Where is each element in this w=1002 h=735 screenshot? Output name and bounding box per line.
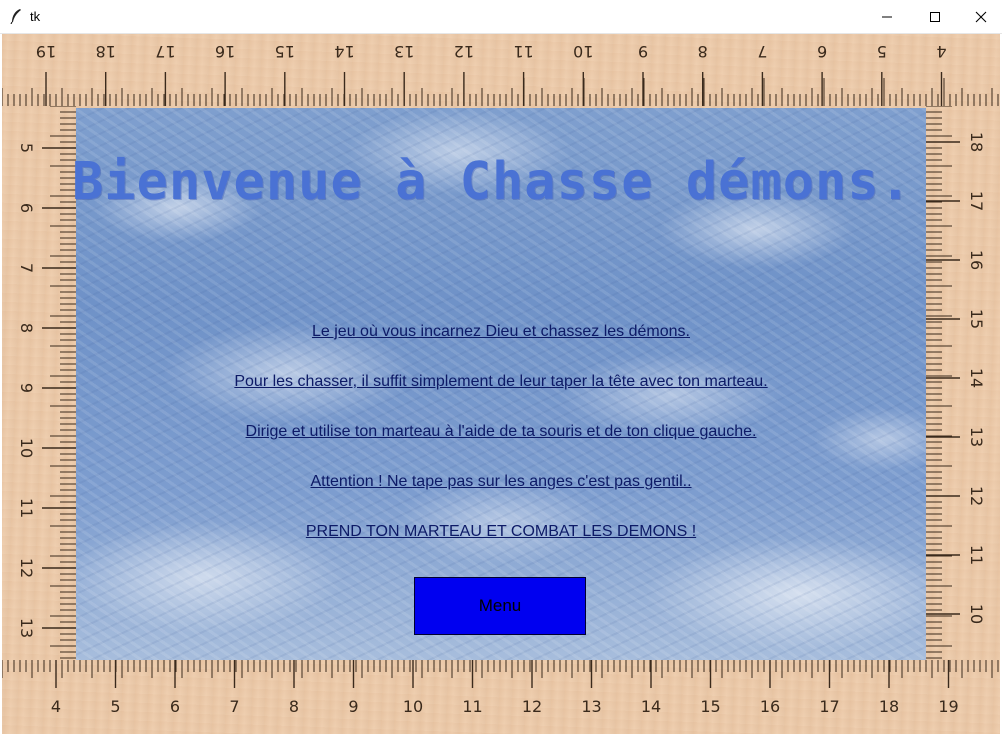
maximize-icon [930, 11, 940, 22]
ruler-bottom-number: 10 [403, 697, 423, 716]
ruler-top-number: 16 [215, 42, 235, 61]
window-title: tk [30, 9, 41, 24]
ruler-bottom-number: 4 [51, 697, 61, 716]
ruler-left-number: 13 [17, 618, 36, 638]
ruler-top-number: 12 [454, 42, 474, 61]
ruler-bottom-number: 12 [522, 697, 542, 716]
menu-button[interactable]: Menu [414, 577, 586, 635]
ruler-top-number: 15 [275, 42, 295, 61]
ruler-top: 19 18 17 16 15 14 13 12 11 10 9 8 7 6 5 4 [2, 42, 999, 106]
ruler-top-number: 10 [573, 42, 593, 61]
ruler-right-number: 18 [967, 132, 986, 152]
ruler-top-number: 11 [513, 42, 533, 61]
ruler-top-number: 13 [394, 42, 414, 61]
minimize-icon [882, 16, 892, 17]
ruler-bottom-number: 11 [462, 697, 482, 716]
minimize-button[interactable] [864, 0, 910, 33]
instruction-line-5: PREND TON MARTEAU ET COMBAT LES DEMONS ! [305, 523, 697, 540]
instruction-line-4: Attention ! Ne tape pas sur les anges c'… [310, 473, 692, 490]
ruler-left-number: 12 [17, 558, 36, 578]
ruler-top-number: 14 [334, 42, 354, 61]
ruler-bottom-number: 17 [819, 697, 839, 716]
ruler-bottom-number: 5 [110, 697, 120, 716]
ruler-bottom-number: 6 [170, 697, 180, 716]
close-icon [975, 11, 987, 22]
instruction-line-3: Dirige et utilise ton marteau à l'aide d… [245, 423, 757, 440]
ruler-right-number: 11 [967, 545, 986, 565]
ruler-top-number: 6 [817, 42, 827, 61]
ruler-bottom: 4 5 6 7 8 9 10 11 12 13 14 15 16 17 18 19 [2, 660, 999, 716]
ruler-bottom-number: 19 [938, 697, 958, 716]
ruler-bottom-number: 7 [229, 697, 239, 716]
ruler-top-number: 18 [96, 42, 116, 61]
ruler-bottom-number: 8 [289, 697, 299, 716]
ruler-top-number: 7 [757, 42, 767, 61]
ruler-bottom-number: 15 [700, 697, 720, 716]
ruler-bottom-number: 18 [879, 697, 899, 716]
ruler-top-number: 4 [936, 42, 946, 61]
instruction-line-2: Pour les chasser, il suffit simplement d… [234, 373, 768, 390]
ruler-top-number: 9 [638, 42, 648, 61]
ruler-right-number: 10 [967, 604, 986, 624]
ruler-bottom-number: 9 [348, 697, 358, 716]
feather-icon [10, 9, 21, 24]
close-button[interactable] [958, 0, 1002, 33]
ruler-bottom-number: 13 [581, 697, 601, 716]
game-canvas[interactable]: 19 18 17 16 15 14 13 12 11 10 9 8 7 6 5 4 4 5 6 7 8 9 10 11 12 1… [2, 34, 1000, 734]
welcome-title: Bienvenue à Chasse démons. [72, 152, 912, 212]
ruler-top-number: 8 [698, 42, 708, 61]
maximize-button[interactable] [912, 0, 958, 33]
ruler-right-number: 16 [967, 250, 986, 270]
instruction-line-1: Le jeu où vous incarnez Dieu et chassez … [312, 323, 690, 340]
ruler-left-number: 7 [17, 263, 36, 273]
ruler-top-number: 19 [36, 42, 56, 61]
ruler-bottom-number: 14 [641, 697, 661, 716]
ruler-left-number: 11 [17, 498, 36, 518]
ruler-top-number: 17 [155, 42, 175, 61]
ruler-top-number: 5 [877, 42, 887, 61]
ruler-bottom-number: 16 [760, 697, 780, 716]
window-titlebar: tk [0, 0, 1002, 34]
